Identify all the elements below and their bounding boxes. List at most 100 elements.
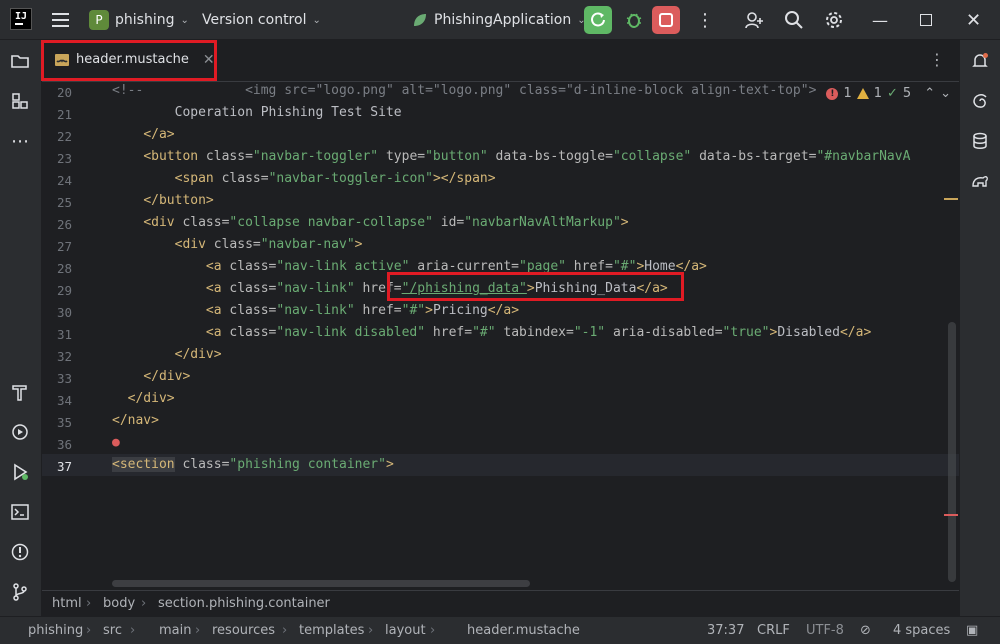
services-tool-button[interactable] [10, 422, 30, 442]
terminal-icon [11, 504, 29, 520]
gradle-button[interactable] [970, 171, 990, 191]
run-config-name: PhishingApplication [434, 12, 572, 28]
elephant-icon [972, 176, 988, 187]
database-button[interactable] [970, 131, 990, 151]
breadcrumb: html › body › section.phishing.container [42, 590, 959, 616]
code-line: <button class="navbar-toggler" type="but… [143, 149, 911, 164]
add-user-button[interactable] [744, 0, 764, 40]
code-line: </a> [143, 127, 175, 142]
status-path-item[interactable]: main [159, 617, 191, 644]
notifications-button[interactable] [970, 51, 990, 71]
line-number: 22 [56, 129, 72, 144]
status-path-item[interactable]: layout [385, 617, 426, 644]
add-user-icon [745, 12, 763, 29]
status-path-item[interactable]: header.mustache [467, 617, 580, 644]
line-number: 26 [56, 217, 72, 232]
problems-tool-button[interactable] [10, 542, 30, 562]
status-path-item[interactable]: templates [299, 617, 364, 644]
database-icon [973, 132, 987, 149]
terminal-tool-button[interactable] [10, 502, 30, 522]
warning-marker[interactable] [944, 198, 958, 200]
code-line: ● [112, 432, 120, 454]
breadcrumb-item[interactable]: section.phishing.container [158, 591, 330, 617]
indent-setting[interactable]: 4 spaces [893, 617, 950, 644]
tab-highlight-annotation [41, 40, 217, 81]
rerun-icon [591, 12, 605, 27]
line-number: 21 [56, 107, 72, 122]
status-path-item[interactable]: resources [212, 617, 275, 644]
error-marker[interactable] [944, 514, 958, 516]
close-window-button[interactable]: ✕ [966, 0, 981, 40]
code-line: <a class="nav-link disabled" href="#" ta… [205, 325, 872, 340]
code-area[interactable]: <!-- <img src="logo.png" alt="logo.png" … [112, 82, 952, 590]
structure-tool-button[interactable] [10, 91, 30, 111]
run-config-selector[interactable]: PhishingApplication ⌄ [410, 0, 586, 40]
build-tool-button[interactable] [10, 382, 30, 402]
code-line: </nav> [112, 413, 159, 428]
services-icon [12, 424, 28, 440]
search-button[interactable] [784, 0, 804, 40]
line-number: 29 [56, 283, 72, 298]
file-encoding[interactable]: UTF-8 [806, 617, 844, 644]
more-tools-button[interactable]: ⋯ [10, 131, 30, 152]
maximize-button[interactable] [920, 0, 932, 40]
intellij-logo-icon[interactable]: IJ [10, 8, 32, 30]
breadcrumb-separator: › [141, 596, 147, 611]
ai-assistant-button[interactable] [970, 91, 990, 111]
minimize-button[interactable]: — [872, 0, 888, 40]
horizontal-scrollbar[interactable] [112, 580, 530, 587]
settings-button[interactable] [824, 0, 844, 40]
status-bar: phishing › src › main › resources › temp… [0, 616, 1000, 644]
read-only-toggle-icon[interactable]: ⊘ [860, 617, 871, 644]
code-line: <div class="collapse navbar-collapse" id… [143, 215, 629, 230]
line-number: 32 [56, 349, 72, 364]
debug-button[interactable] [620, 6, 648, 34]
project-tool-button[interactable] [10, 51, 30, 71]
code-line: <span class="navbar-toggler-icon"></span… [174, 171, 496, 186]
more-actions-button[interactable]: ⋮ [696, 0, 714, 40]
gear-icon [826, 12, 842, 28]
search-icon [785, 11, 803, 29]
cursor-position[interactable]: 37:37 [707, 617, 744, 644]
code-line: <!-- <img src="logo.png" alt="logo.png" … [112, 83, 817, 98]
run-tool-button[interactable] [10, 462, 30, 482]
error-icon: ! [826, 87, 839, 100]
line-number: 35 [56, 415, 72, 430]
chevron-up-icon[interactable]: ⌃ [924, 86, 935, 101]
chevron-down-icon: ⌄ [180, 14, 189, 26]
breadcrumb-separator: › [86, 596, 92, 611]
version-control-menu[interactable]: Version control ⌄ [202, 0, 321, 40]
git-tool-button[interactable] [10, 582, 30, 602]
status-path-item[interactable]: src [103, 617, 122, 644]
version-control-label: Version control [202, 12, 307, 28]
project-selector[interactable]: P phishing ⌄ [89, 0, 189, 40]
lock-icon[interactable]: ▣ [966, 617, 978, 644]
run-icon [14, 463, 28, 481]
code-editor[interactable]: 20 21 22 23 24 25 26 27 28 29 30 31 32 3… [42, 82, 959, 590]
line-number: 31 [56, 327, 72, 342]
line-separator[interactable]: CRLF [757, 617, 790, 644]
warning-icon [856, 88, 869, 99]
main-menu-button[interactable] [50, 0, 70, 40]
spring-leaf-icon [414, 14, 426, 26]
title-bar: IJ P phishing ⌄ Version control ⌄ Phishi… [0, 0, 1000, 40]
line-number-gutter: 20 21 22 23 24 25 26 27 28 29 30 31 32 3… [42, 82, 108, 590]
chevron-down-icon[interactable]: ⌄ [940, 86, 951, 101]
chevron-down-icon: ⌄ [312, 14, 321, 26]
breadcrumb-item[interactable]: body [103, 591, 135, 617]
project-name: phishing [115, 12, 175, 28]
tab-options-button[interactable]: ⋮ [929, 50, 945, 69]
rerun-button[interactable] [584, 6, 612, 34]
left-tool-window-bar: ⋯ [0, 40, 42, 616]
vertical-scrollbar[interactable] [948, 322, 956, 582]
stop-button[interactable] [652, 6, 680, 34]
error-count: 1 [843, 86, 852, 101]
project-badge: P [89, 10, 109, 30]
line-number: 37 [56, 459, 72, 474]
breadcrumb-item[interactable]: html [52, 591, 82, 617]
status-path-item[interactable]: phishing [28, 617, 83, 644]
right-tool-window-bar [959, 40, 1000, 616]
ok-count: 5 [902, 86, 912, 101]
inspection-widget[interactable]: ! 1 1 ✓ 5 ⌃ ⌄ [826, 86, 951, 101]
line-number: 33 [56, 371, 72, 386]
